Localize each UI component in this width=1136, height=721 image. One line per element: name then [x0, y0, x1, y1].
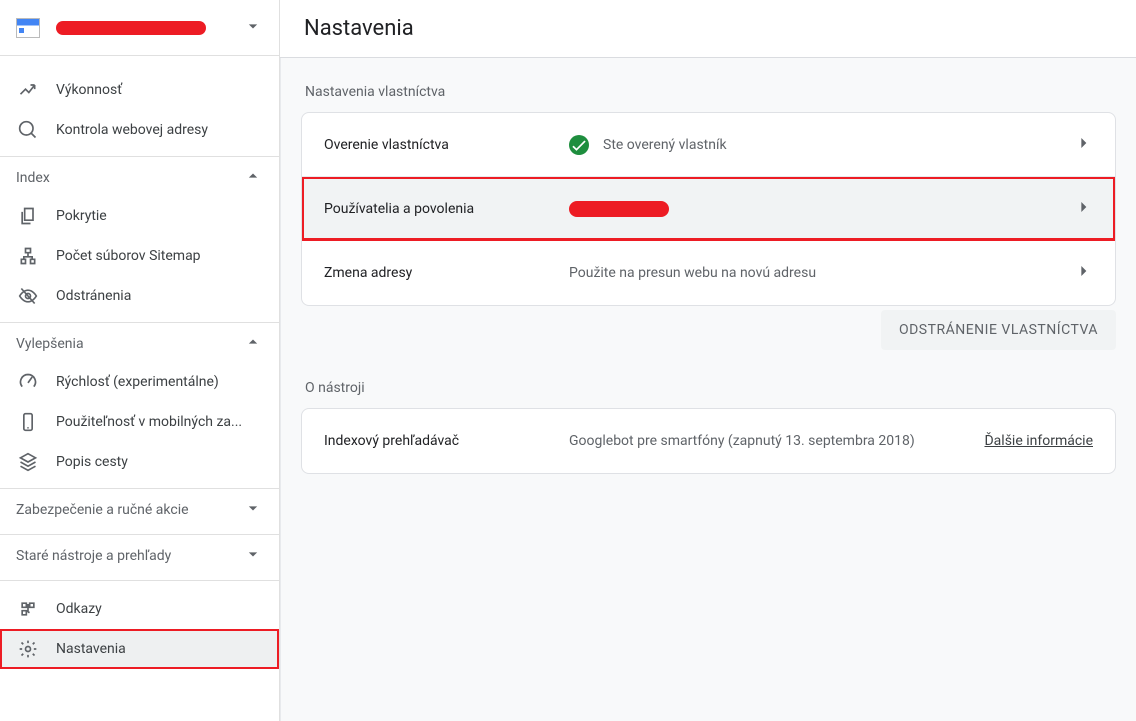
mobile-icon — [16, 410, 40, 434]
sitemap-icon — [16, 244, 40, 268]
nav-item-settings[interactable]: Nastavenia — [0, 629, 279, 669]
nav-section-legacy-tools[interactable]: Staré nástroje a prehľady — [0, 534, 279, 574]
nav-item-removals[interactable]: Odstránenia — [0, 276, 279, 316]
row-users-permissions[interactable]: Používatelia a povolenia — [302, 177, 1115, 241]
check-circle-icon — [569, 135, 589, 155]
property-icon — [16, 18, 40, 38]
row-title: Zmena adresy — [324, 265, 569, 281]
chevron-down-icon — [243, 498, 263, 522]
speed-icon — [16, 370, 40, 394]
row-status — [569, 201, 1073, 217]
chevron-right-icon — [1073, 133, 1093, 157]
chevron-up-icon — [243, 166, 263, 190]
breadcrumb-icon — [16, 450, 40, 474]
trend-icon — [16, 78, 40, 102]
nav-item-performance[interactable]: Výkonnosť — [0, 70, 279, 110]
nav-item-mobile-usability[interactable]: Použiteľnosť v mobilných za... — [0, 402, 279, 442]
hide-icon — [16, 284, 40, 308]
sidebar-nav: Výkonnosť Kontrola webovej adresy Index … — [0, 56, 279, 721]
row-status: Googlebot pre smartfóny (zapnutý 13. sep… — [569, 433, 968, 449]
nav-item-speed[interactable]: Rýchlosť (experimentálne) — [0, 362, 279, 402]
section-title-property: Nastavenia vlastníctva — [305, 84, 1116, 100]
chevron-right-icon — [1073, 197, 1093, 221]
nav-item-label: Odstránenia — [56, 288, 263, 304]
row-status-redacted — [569, 201, 669, 217]
sidebar: Výkonnosť Kontrola webovej adresy Index … — [0, 0, 280, 721]
chevron-right-icon — [1073, 261, 1093, 285]
row-title: Indexový prehľadávač — [324, 433, 569, 449]
nav-item-label: Nastavenia — [56, 641, 263, 657]
nav-item-sitemaps[interactable]: Počet súborov Sitemap — [0, 236, 279, 276]
section-title-about: O nástroji — [305, 380, 1116, 396]
nav-item-breadcrumb[interactable]: Popis cesty — [0, 442, 279, 482]
gear-icon — [16, 637, 40, 661]
nav-item-label: Pokrytie — [56, 208, 263, 224]
row-status-text: Googlebot pre smartfóny (zapnutý 13. sep… — [569, 433, 915, 449]
row-change-address[interactable]: Zmena adresy Použite na presun webu na n… — [302, 241, 1115, 305]
row-status: Použite na presun webu na novú adresu — [569, 265, 1073, 281]
nav-item-links[interactable]: Odkazy — [0, 589, 279, 629]
page-title: Nastavenia — [304, 16, 414, 41]
nav-section-label: Zabezpečenie a ručné akcie — [16, 502, 243, 518]
card-about: Indexový prehľadávač Googlebot pre smart… — [301, 408, 1116, 474]
nav-item-label: Kontrola webovej adresy — [56, 122, 263, 138]
nav-item-label: Výkonnosť — [56, 82, 263, 98]
main-body: Nastavenia vlastníctva Overenie vlastníc… — [280, 58, 1136, 721]
main: Nastavenia Nastavenia vlastníctva Overen… — [280, 0, 1136, 721]
chevron-up-icon — [243, 332, 263, 356]
nav-section-security[interactable]: Zabezpečenie a ručné akcie — [0, 488, 279, 528]
caret-down-icon — [243, 16, 263, 40]
row-status-text: Ste overený vlastník — [603, 137, 727, 153]
nav-section-label: Vylepšenia — [16, 336, 243, 352]
links-icon — [16, 597, 40, 621]
search-icon — [16, 118, 40, 142]
row-status-text: Použite na presun webu na novú adresu — [569, 265, 816, 281]
nav-item-coverage[interactable]: Pokrytie — [0, 196, 279, 236]
nav-item-url-inspection[interactable]: Kontrola webovej adresy — [0, 110, 279, 150]
row-crawler[interactable]: Indexový prehľadávač Googlebot pre smart… — [302, 409, 1115, 473]
after-card-actions: Odstránenie vlastníctva — [301, 310, 1116, 350]
more-info-link[interactable]: Ďalšie informácie — [984, 433, 1093, 449]
nav-section-label: Index — [16, 170, 243, 186]
chevron-down-icon — [243, 544, 263, 568]
remove-property-button[interactable]: Odstránenie vlastníctva — [881, 310, 1116, 350]
nav-item-label: Počet súborov Sitemap — [56, 248, 263, 264]
row-title: Overenie vlastníctva — [324, 137, 569, 153]
page-header: Nastavenia — [280, 0, 1136, 58]
card-property-settings: Overenie vlastníctva Ste overený vlastní… — [301, 112, 1116, 306]
property-name-redacted — [56, 21, 206, 35]
nav-section-enhancements[interactable]: Vylepšenia — [0, 322, 279, 362]
property-selector[interactable] — [0, 0, 279, 56]
nav-item-label: Odkazy — [56, 601, 263, 617]
nav-item-label: Popis cesty — [56, 454, 263, 470]
nav-section-label: Staré nástroje a prehľady — [16, 548, 243, 564]
row-ownership-verification[interactable]: Overenie vlastníctva Ste overený vlastní… — [302, 113, 1115, 177]
nav-item-label: Rýchlosť (experimentálne) — [56, 374, 263, 390]
copy-icon — [16, 204, 40, 228]
row-status: Ste overený vlastník — [569, 135, 1073, 155]
nav-section-index[interactable]: Index — [0, 156, 279, 196]
nav-item-label: Použiteľnosť v mobilných za... — [56, 414, 263, 430]
row-title: Používatelia a povolenia — [324, 201, 569, 217]
